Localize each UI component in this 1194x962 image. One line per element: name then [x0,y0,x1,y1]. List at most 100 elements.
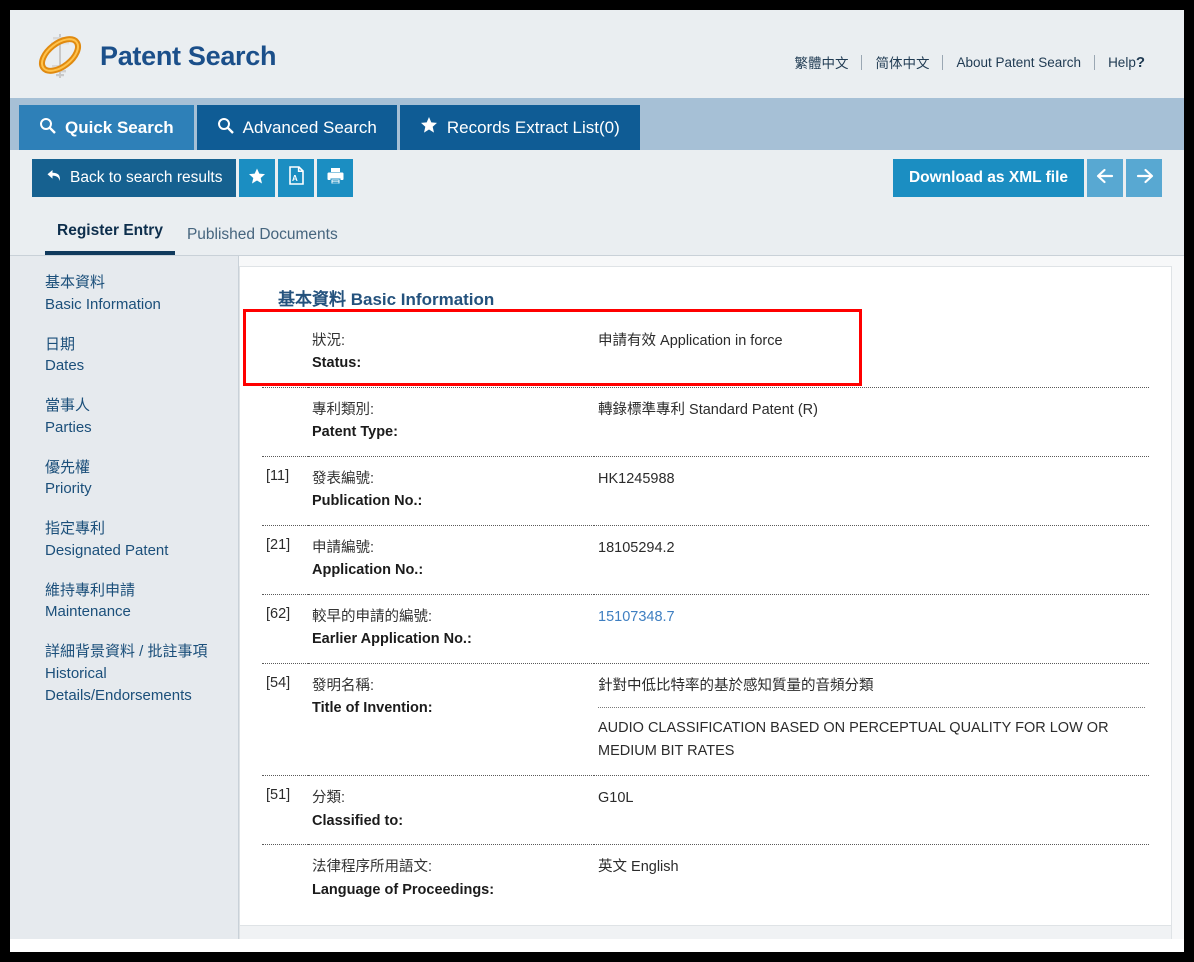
sidebar-item-label-en: Priority [45,480,92,498]
sidebar-item-designated-patent[interactable]: 指定專利 Designated Patent [45,518,220,562]
back-to-search-results-button[interactable]: Back to search results [32,159,237,197]
add-to-extract-list-button[interactable] [239,159,276,197]
sidebar-item-basic-information[interactable]: 基本資料 Basic Information [45,272,220,316]
page-title: 基本資料 Basic Information [278,290,495,309]
star-icon [420,116,438,139]
sidebar-item-label-zh: 維持專利申請 [45,581,136,599]
row-label-en: Classified to: [312,812,404,829]
main-tab-bar: Quick Search Advanced Search Records Ext… [10,98,1184,150]
tab-published-documents-label: Published Documents [186,226,338,243]
status-badge: 申請有效 Application in force [598,333,783,349]
brand: Patent Search [32,28,276,84]
sidebar-item-label-en: Dates [45,357,85,375]
row-label-en: Publication No.: [312,493,423,510]
arrow-right-icon [1135,168,1154,189]
sidebar-item-label-zh: 基本資料 [45,274,106,291]
row-value: 轉錄標準專利 Standard Patent (R) [598,401,818,418]
table-row: [21] 申請編號: Application No.: 18105294.2 [262,525,1149,595]
back-arrow-icon [46,168,62,188]
sidebar-item-label-zh: 優先權 [45,458,91,476]
sidebar-item-maintenance[interactable]: 維持專利申請 Maintenance [45,580,220,624]
row-label: 分類: Classified to: [308,776,594,845]
row-label-zh: 發明名稱: [312,677,375,694]
row-code: [21] [266,536,291,553]
row-label-en: Earlier Application No.: [312,631,472,648]
row-label: 專利類別: Patent Type: [308,387,594,456]
record-subtabs: Register Entry Published Documents [10,206,1184,256]
sidebar-item-dates[interactable]: 日期 Dates [45,334,220,378]
row-code: [62] [266,605,291,622]
tab-records-extract-list-label: Records Extract List(0) [446,117,620,137]
row-label-en: Status: [312,355,362,372]
row-label-en: Application No.: [312,562,424,579]
dates-section-title: 日期 Dates [296,938,376,939]
toolbar-left-group: Back to search results A [32,159,354,197]
row-code: [51] [266,787,291,804]
table-row: [11] 發表編號: Publication No.: HK1245988 [262,456,1149,526]
help-link[interactable]: Help? [1095,54,1158,71]
sidebar-item-label-en: Maintenance [45,603,131,621]
row-code [262,319,308,387]
tab-quick-search[interactable]: Quick Search [19,105,194,150]
row-code [262,845,308,913]
record-toolbar: Back to search results A Download as XML… [10,150,1184,206]
download-xml-button[interactable]: Download as XML file [892,159,1084,197]
next-record-button[interactable] [1126,159,1162,197]
earlier-application-link[interactable]: 15107348.7 [598,609,675,625]
row-label: 發明名稱: Title of Invention: [308,663,594,776]
sidebar-item-parties[interactable]: 當事人 Parties [45,395,220,439]
table-row: [51] 分類: Classified to: G10L [262,776,1149,845]
dates-section-header[interactable]: › 日期 Dates [239,926,1172,939]
search-icon [217,117,234,139]
sidebar-item-label-en: Historical Details/Endorsements [45,664,192,704]
row-label-zh: 狀況: [312,333,346,349]
row-code: [54] [266,674,291,691]
help-question-icon: ? [1135,53,1145,71]
tab-advanced-search[interactable]: Advanced Search [196,105,397,150]
register-entry-content: 基本資料 Basic Information 狀況: Status: 申請有效 … [239,256,1184,939]
about-patent-search-link[interactable]: About Patent Search [943,55,1094,70]
row-label: 申請編號: Application No.: [308,525,594,594]
pdf-file-icon: A [288,166,305,190]
download-xml-label: Download as XML file [908,169,1068,186]
row-value: 15107348.7 [594,594,1149,663]
row-code [262,387,308,456]
tab-quick-search-label: Quick Search [65,117,174,137]
lang-simplified-chinese-link[interactable]: 简体中文 [862,52,942,72]
toolbar-right-group: Download as XML file [892,159,1162,197]
search-icon [39,117,56,139]
star-icon [248,167,266,190]
table-row: [62] 較早的申請的編號: Earlier Application No.: … [262,594,1149,664]
lang-traditional-chinese-link[interactable]: 繁體中文 [781,52,861,72]
row-code: [11] [266,467,290,484]
svg-text:A: A [292,174,298,183]
sidebar-item-label-en: Parties [45,418,92,436]
row-value: HK1245988 [598,470,675,487]
sidebar-item-label-en: Basic Information [45,295,161,313]
sidebar-item-label-zh: 指定專利 [45,520,106,537]
row-value: 針對中低比特率的基於感知質量的音頻分類 AUDIO CLASSIFICATION… [594,663,1149,776]
section-nav-sidebar: 基本資料 Basic Information 日期 Dates 當事人 Part… [10,256,239,939]
sidebar-item-priority[interactable]: 優先權 Priority [45,457,220,501]
row-label-zh: 發表編號: [312,470,375,487]
table-row: 狀況: Status: 申請有效 Application in force [262,319,1149,388]
table-row: 專利類別: Patent Type: 轉錄標準專利 Standard Paten… [262,387,1149,457]
arrow-left-icon [1096,168,1115,189]
row-label: 發表編號: Publication No.: [308,456,594,525]
row-value: 英文 English [598,859,679,876]
basic-information-table: 狀況: Status: 申請有效 Application in force 專利… [262,319,1149,913]
back-button-label: Back to search results [70,169,223,186]
tab-records-extract-list[interactable]: Records Extract List(0) [399,105,640,150]
download-pdf-button[interactable]: A [278,159,315,197]
previous-record-button[interactable] [1087,159,1123,197]
site-header: Patent Search 繁體中文 简体中文 About Patent Sea… [10,10,1184,98]
tab-published-documents[interactable]: Published Documents [175,226,350,255]
row-label-zh: 申請編號: [312,539,375,556]
body: 基本資料 Basic Information 日期 Dates 當事人 Part… [10,256,1184,939]
row-label: 法律程序所用語文: Language of Proceedings: [308,845,594,913]
tab-register-entry[interactable]: Register Entry [45,222,175,255]
sidebar-item-historical-details[interactable]: 詳細背景資料 / 批註事項 Historical Details/Endorse… [45,641,220,706]
row-label-en: Patent Type: [312,424,398,441]
print-button[interactable] [317,159,354,197]
row-label-zh: 較早的申請的編號: [312,608,433,625]
